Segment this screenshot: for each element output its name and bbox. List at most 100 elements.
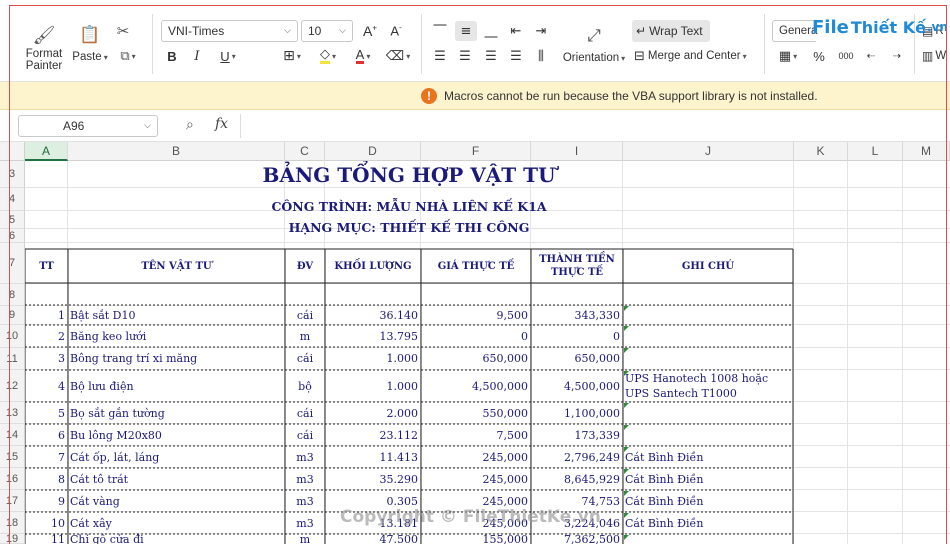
- error-indicator-icon: [624, 326, 629, 331]
- wrap-text-button[interactable]: ↵ Wrap Text: [632, 20, 710, 42]
- column-header[interactable]: I: [531, 142, 623, 161]
- row-header[interactable]: 3: [0, 161, 25, 188]
- font-name-select[interactable]: VNI-Times ⌵: [161, 20, 298, 42]
- formula-divider: [240, 114, 241, 138]
- scissors-icon: ✂: [116, 22, 130, 40]
- paste-button[interactable]: 📋 Paste ▾: [70, 22, 110, 66]
- table-cell-unit: cái: [296, 308, 314, 322]
- column-header[interactable]: A: [25, 142, 68, 161]
- justify-button[interactable]: ☰: [506, 46, 526, 66]
- name-box[interactable]: A96 ⌵: [18, 115, 158, 137]
- font-size-select[interactable]: 10 ⌵: [301, 20, 353, 42]
- row-header[interactable]: 17: [0, 490, 25, 512]
- table-cell-tt: 9: [58, 494, 65, 508]
- ribbon-cut-label-w: W: [935, 50, 947, 62]
- wrap-text-label: Wrap Text: [649, 24, 703, 38]
- column-header[interactable]: F: [421, 142, 531, 161]
- copy-button[interactable]: ⧉ ▾: [112, 46, 144, 66]
- align-center-button[interactable]: ☰: [455, 46, 475, 66]
- number-format-select[interactable]: Genera: [772, 20, 817, 42]
- row-header[interactable]: 8: [0, 284, 25, 306]
- table-cell-tt: 7: [58, 450, 65, 464]
- increase-indent-button[interactable]: ⇥: [531, 21, 551, 41]
- column-header[interactable]: D: [325, 142, 421, 161]
- distributed-button[interactable]: ⫼: [531, 46, 551, 66]
- column-header[interactable]: B: [68, 142, 285, 161]
- orientation-label: Orientation: [562, 52, 620, 64]
- format-painter-button[interactable]: 🖌 Format Painter: [22, 22, 66, 74]
- chevron-down-icon: ▾: [793, 51, 798, 61]
- decrease-indent-button[interactable]: ⇤: [506, 21, 526, 41]
- row-header[interactable]: 14: [0, 424, 25, 446]
- align-middle-button[interactable]: ≡: [455, 21, 477, 41]
- row-header[interactable]: 7: [0, 243, 25, 284]
- table-header-cell: GHI CHÚ: [681, 260, 735, 272]
- table-cell-total: 173,339: [574, 428, 621, 442]
- table-cell-note: Cát Bình Điền: [625, 494, 704, 508]
- orientation-button[interactable]: ⤢ Orientation ▾: [560, 22, 628, 68]
- merge-center-label: Merge and Center: [647, 50, 741, 62]
- table-cell-name: Cát ốp, lát, láng: [70, 450, 160, 464]
- decrease-font-button[interactable]: A-: [386, 21, 406, 41]
- column-header[interactable]: L: [848, 142, 903, 161]
- worksheet-grid[interactable]: BẢNG TỔNG HỢP VẬT TƯ CÔNG TRÌNH: MẪU NHÀ…: [25, 161, 950, 544]
- table-cell-qty: 1.000: [386, 352, 419, 365]
- table-cell-total: 2,796,249: [564, 450, 620, 464]
- column-header[interactable]: K: [794, 142, 848, 161]
- insert-function-button[interactable]: fx: [215, 116, 228, 132]
- align-right-button[interactable]: ☰: [481, 46, 501, 66]
- row-header[interactable]: 15: [0, 446, 25, 468]
- font-color-icon: A: [355, 47, 365, 64]
- row-header[interactable]: 13: [0, 402, 25, 424]
- message-bar: ! Macros cannot be run because the VBA s…: [0, 82, 950, 110]
- chevron-down-icon: ▾: [331, 51, 336, 61]
- table-header-cell: TÊN VẬT TƯ: [141, 260, 212, 272]
- search-formula-icon[interactable]: ⌕: [186, 117, 194, 133]
- increase-decimal-button[interactable]: ⇠: [861, 46, 881, 66]
- message-text: Macros cannot be run because the VBA sup…: [444, 89, 818, 103]
- fill-color-button[interactable]: ◇ ▾: [313, 46, 343, 66]
- row-header[interactable]: 6: [0, 229, 25, 243]
- clear-format-button[interactable]: ⌫ ▾: [384, 46, 412, 66]
- error-indicator-icon: [624, 469, 629, 474]
- align-left-button[interactable]: ☰: [430, 46, 450, 66]
- orientation-icon: ⤢: [587, 26, 601, 46]
- formula-input[interactable]: [246, 116, 936, 136]
- row-header[interactable]: 4: [0, 188, 25, 211]
- select-all-corner[interactable]: [0, 142, 25, 161]
- table-cell-total: 1,100,000: [564, 406, 620, 420]
- bold-icon: B: [167, 48, 177, 64]
- row-header[interactable]: 10: [0, 325, 25, 348]
- italic-button[interactable]: I: [188, 46, 206, 66]
- row-header[interactable]: 11: [0, 348, 25, 370]
- table-cell-tt: 11: [51, 534, 65, 544]
- merge-center-button[interactable]: ⊟ Merge and Center ▾: [634, 46, 754, 66]
- increase-font-button[interactable]: A+: [360, 21, 380, 41]
- cell-styles-button[interactable]: ▥ W: [922, 47, 950, 65]
- cut-button[interactable]: ✂: [112, 21, 134, 41]
- table-cell-tt: 10: [51, 516, 65, 530]
- table-cell-unit: m3: [296, 450, 314, 464]
- row-header[interactable]: 9: [0, 306, 25, 325]
- table-cell-qty: 13.795: [379, 329, 419, 343]
- accounting-format-button[interactable]: ▦ ▾: [774, 46, 802, 66]
- column-header[interactable]: J: [623, 142, 794, 161]
- align-top-button[interactable]: ⎺: [430, 21, 450, 41]
- table-header-cell: GIÁ THỰC TẾ: [437, 260, 515, 272]
- comma-style-button[interactable]: 000: [835, 46, 857, 66]
- align-bottom-button[interactable]: ⎽: [481, 21, 501, 41]
- column-header[interactable]: C: [285, 142, 325, 161]
- row-header[interactable]: 12: [0, 370, 25, 402]
- font-color-button[interactable]: A ▾: [349, 46, 377, 66]
- row-header[interactable]: 19: [0, 533, 25, 544]
- borders-button[interactable]: ⊞ ▾: [278, 46, 306, 66]
- percent-button[interactable]: %: [809, 46, 829, 66]
- column-header[interactable]: M: [903, 142, 950, 161]
- row-header[interactable]: 5: [0, 211, 25, 229]
- bold-button[interactable]: B: [163, 46, 181, 66]
- row-header[interactable]: 16: [0, 468, 25, 490]
- row-header[interactable]: 18: [0, 512, 25, 534]
- table-cell-name: Bộ lưu điện: [70, 379, 134, 393]
- decrease-decimal-button[interactable]: ⇢: [887, 46, 907, 66]
- underline-button[interactable]: U ▾: [214, 46, 242, 66]
